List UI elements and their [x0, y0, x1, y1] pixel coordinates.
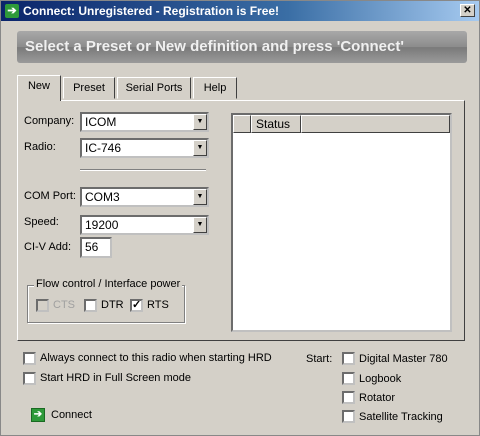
satellite-tracking-label: Satellite Tracking	[359, 411, 443, 423]
civ-address-label: CI-V Add:	[24, 241, 72, 253]
list-icon-column-header[interactable]	[233, 115, 251, 133]
rotator-label: Rotator	[359, 392, 396, 404]
connect-arrow-icon[interactable]: ➔	[31, 408, 45, 422]
window-title: Connect: Unregistered - Registration is …	[23, 4, 280, 18]
rts-label: RTS	[147, 299, 169, 311]
satellite-tracking-checkbox[interactable]	[342, 410, 355, 423]
always-connect-label: Always connect to this radio when starti…	[40, 352, 272, 364]
dtr-label: DTR	[101, 299, 124, 311]
tab-preset[interactable]: Preset	[63, 77, 115, 99]
status-list[interactable]: Status	[231, 113, 452, 332]
divider	[80, 169, 206, 171]
logbook-label: Logbook	[359, 373, 402, 385]
flow-control-title: Flow control / Interface power	[34, 278, 183, 290]
digital-master-label: Digital Master 780	[359, 353, 448, 365]
company-select[interactable]: ICOM ▼	[80, 112, 209, 132]
full-screen-label: Start HRD in Full Screen mode	[40, 372, 191, 384]
tab-help[interactable]: Help	[193, 77, 237, 99]
radio-label: Radio:	[24, 141, 56, 153]
tab-new[interactable]: New	[17, 75, 61, 101]
cts-checkbox	[36, 299, 49, 312]
speed-label: Speed:	[24, 216, 59, 228]
dtr-checkbox[interactable]	[84, 299, 97, 312]
tab-serial-ports[interactable]: Serial Ports	[117, 77, 191, 99]
com-port-value: COM3	[85, 190, 120, 204]
status-column-header[interactable]: Status	[251, 115, 301, 133]
instruction-banner: Select a Preset or New definition and pr…	[17, 31, 467, 63]
digital-master-checkbox[interactable]	[342, 352, 355, 365]
app-arrow-icon: ➔	[5, 4, 19, 18]
company-label: Company:	[24, 115, 75, 127]
chevron-down-icon[interactable]: ▼	[193, 140, 207, 156]
rotator-checkbox[interactable]	[342, 391, 355, 404]
chevron-down-icon[interactable]: ▼	[193, 114, 207, 130]
always-connect-checkbox[interactable]	[23, 352, 36, 365]
logbook-checkbox[interactable]	[342, 372, 355, 385]
full-screen-checkbox[interactable]	[23, 372, 36, 385]
connect-button[interactable]: Connect	[51, 409, 92, 421]
cts-label: CTS	[53, 299, 75, 311]
start-label: Start:	[306, 353, 333, 365]
speed-value: 19200	[85, 218, 119, 232]
company-value: ICOM	[85, 115, 117, 129]
title-bar[interactable]: ➔ Connect: Unregistered - Registration i…	[1, 1, 479, 21]
com-port-label: COM Port:	[24, 190, 76, 202]
civ-address-input[interactable]: 56	[80, 237, 112, 258]
chevron-down-icon[interactable]: ▼	[193, 189, 207, 205]
rts-checkbox[interactable]: ✓	[130, 299, 143, 312]
connect-window: ➔ Connect: Unregistered - Registration i…	[0, 0, 480, 436]
com-port-select[interactable]: COM3 ▼	[80, 187, 209, 207]
speed-select[interactable]: 19200 ▼	[80, 215, 209, 235]
radio-value: IC-746	[85, 141, 122, 155]
chevron-down-icon[interactable]: ▼	[193, 217, 207, 233]
empty-column-header[interactable]	[301, 115, 450, 133]
close-button[interactable]: ✕	[460, 4, 475, 17]
radio-select[interactable]: IC-746 ▼	[80, 138, 209, 158]
